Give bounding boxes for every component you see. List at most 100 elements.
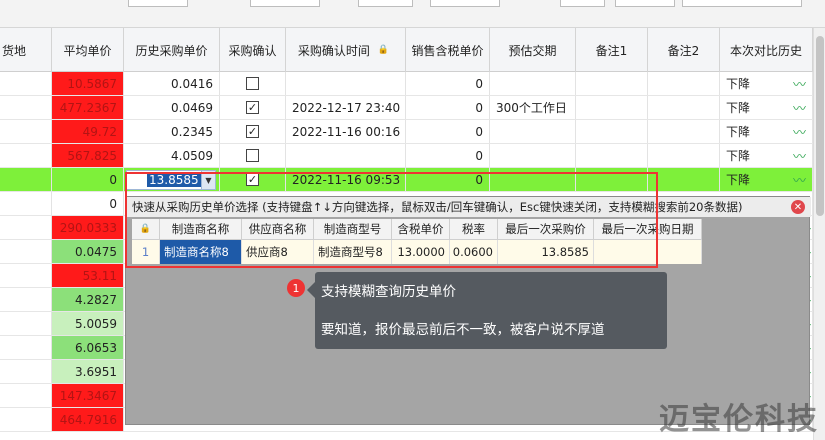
col-header-history-price[interactable]: 历史采购单价 xyxy=(124,28,220,72)
cell-location[interactable] xyxy=(0,336,52,359)
cell-avg-price[interactable]: 5.0059 xyxy=(52,312,124,335)
cell-location[interactable] xyxy=(0,288,52,311)
cell-avg-price[interactable]: 0 xyxy=(52,168,124,191)
toolbar-field[interactable] xyxy=(250,0,320,7)
cell-avg-price[interactable]: 290.0333 xyxy=(52,216,124,239)
cell-lead-time[interactable] xyxy=(490,72,576,95)
cell-note1[interactable] xyxy=(576,120,648,143)
cell-avg-price[interactable]: 464.7916 xyxy=(52,408,124,431)
cell-lead-time[interactable] xyxy=(490,144,576,167)
cell-lead-time[interactable] xyxy=(490,120,576,143)
cell-avg-price[interactable]: 0.0475 xyxy=(52,240,124,263)
cell-confirm[interactable]: ✓ xyxy=(220,120,286,143)
compare-label: 下降 xyxy=(726,101,751,115)
cell-sale-price[interactable]: 0 xyxy=(406,96,490,119)
close-icon[interactable]: ✕ xyxy=(791,200,805,214)
cell-sale-price[interactable]: 0 xyxy=(406,120,490,143)
cell-sale-price[interactable]: 0 xyxy=(406,144,490,167)
cell-note2[interactable] xyxy=(648,144,720,167)
cell-note2[interactable] xyxy=(648,72,720,95)
table-row[interactable]: 567.825 4.0509 0 下降 〰 xyxy=(0,144,825,168)
col-header-avg-price[interactable]: 平均单价 xyxy=(52,28,124,72)
cell-location[interactable] xyxy=(0,240,52,263)
cell-sale-price[interactable]: 0 xyxy=(406,72,490,95)
cell-confirm[interactable] xyxy=(220,144,286,167)
cell-compare[interactable]: 下降 〰 xyxy=(720,72,813,95)
col-header-confirm[interactable]: 采购确认 xyxy=(220,28,286,72)
cell-avg-price[interactable]: 53.11 xyxy=(52,264,124,287)
vertical-scrollbar[interactable] xyxy=(813,28,825,440)
cell-location[interactable] xyxy=(0,264,52,287)
cell-avg-price[interactable]: 10.5867 xyxy=(52,72,124,95)
cell-note1[interactable] xyxy=(576,144,648,167)
cell-history-price[interactable]: 0.2345 xyxy=(124,120,220,143)
toolbar-field[interactable] xyxy=(358,0,413,7)
cell-compare[interactable]: 下降 〰 xyxy=(720,120,813,143)
cell-location[interactable] xyxy=(0,384,52,407)
cell-history-price[interactable]: 4.0509 xyxy=(124,144,220,167)
cell-history-price[interactable]: 0.0416 xyxy=(124,72,220,95)
toolbar-field[interactable] xyxy=(560,0,605,7)
scrollbar-thumb[interactable] xyxy=(816,36,824,216)
cell-location[interactable] xyxy=(0,120,52,143)
cell-location[interactable] xyxy=(0,408,52,431)
table-row[interactable]: 477.2367 0.0469 ✓ 2022-12-17 23:40 0 300个工作日 下… xyxy=(0,96,825,120)
col-header-note1[interactable]: 备注1 xyxy=(576,28,648,72)
cell-confirm-time[interactable]: 2022-12-17 23:40 xyxy=(286,96,406,119)
cell-location[interactable] xyxy=(0,144,52,167)
cell-avg-price[interactable]: 567.825 xyxy=(52,144,124,167)
cell-note2[interactable] xyxy=(648,120,720,143)
cell-lead-time[interactable]: 300个工作日 xyxy=(490,96,576,119)
col-header-label: 备注2 xyxy=(667,43,700,58)
cell-location[interactable] xyxy=(0,312,52,335)
trend-down-icon: 〰 xyxy=(792,126,806,141)
col-header-lead-time[interactable]: 预估交期 xyxy=(490,28,576,72)
col-header-compare[interactable]: 本次对比历史 xyxy=(720,28,813,72)
cell-avg-price[interactable]: 3.6951 xyxy=(52,360,124,383)
cell-avg-price[interactable]: 147.3467 xyxy=(52,384,124,407)
cell-history-price[interactable]: 0.0469 xyxy=(124,96,220,119)
cell-location[interactable] xyxy=(0,192,52,215)
confirm-checkbox[interactable]: ✓ xyxy=(246,101,259,114)
cell-avg-price[interactable]: 477.2367 xyxy=(52,96,124,119)
cell-note2[interactable] xyxy=(648,96,720,119)
col-header-sale-price[interactable]: 销售含税单价 xyxy=(406,28,490,72)
cell-avg-price[interactable]: 0 xyxy=(52,192,124,215)
cell-location[interactable] xyxy=(0,216,52,239)
cell-confirm-time[interactable] xyxy=(286,144,406,167)
cell-note1[interactable] xyxy=(576,96,648,119)
cell-note1[interactable] xyxy=(576,72,648,95)
compare-label: 下降 xyxy=(726,125,751,139)
cell-location[interactable] xyxy=(0,360,52,383)
cell-note2[interactable] xyxy=(648,168,720,191)
col-header-label: 本次对比历史 xyxy=(729,43,802,58)
cell-location[interactable] xyxy=(0,168,52,191)
table-row[interactable]: 10.5867 0.0416 0 下降 〰 xyxy=(0,72,825,96)
table-row[interactable]: 49.72 0.2345 ✓ 2022-11-16 00:16 0 下降 〰 xyxy=(0,120,825,144)
cell-avg-price[interactable]: 4.2827 xyxy=(52,288,124,311)
toolbar-field[interactable] xyxy=(682,0,802,7)
toolbar-field[interactable] xyxy=(430,0,500,7)
trend-down-icon: 〰 xyxy=(792,78,806,93)
toolbar-strip xyxy=(0,0,825,28)
toolbar-field[interactable] xyxy=(615,0,675,7)
col-header-note2[interactable]: 备注2 xyxy=(648,28,720,72)
cell-location[interactable] xyxy=(0,96,52,119)
cell-confirm[interactable] xyxy=(220,72,286,95)
cell-compare[interactable]: 下降 〰 xyxy=(720,168,813,191)
cell-location[interactable] xyxy=(0,72,52,95)
col-header-location[interactable]: 货地 xyxy=(0,28,52,72)
cell-compare[interactable]: 下降 〰 xyxy=(720,144,813,167)
toolbar-field[interactable] xyxy=(128,0,188,7)
trend-down-icon: 〰 xyxy=(792,150,806,165)
confirm-checkbox[interactable] xyxy=(246,77,259,90)
confirm-checkbox[interactable]: ✓ xyxy=(246,125,259,138)
cell-confirm[interactable]: ✓ xyxy=(220,96,286,119)
cell-confirm-time[interactable] xyxy=(286,72,406,95)
cell-avg-price[interactable]: 6.0653 xyxy=(52,336,124,359)
col-header-confirm-time[interactable]: 采购确认时间 🔒 xyxy=(286,28,406,72)
cell-avg-price[interactable]: 49.72 xyxy=(52,120,124,143)
cell-compare[interactable]: 下降 〰 xyxy=(720,96,813,119)
confirm-checkbox[interactable] xyxy=(246,149,259,162)
cell-confirm-time[interactable]: 2022-11-16 00:16 xyxy=(286,120,406,143)
